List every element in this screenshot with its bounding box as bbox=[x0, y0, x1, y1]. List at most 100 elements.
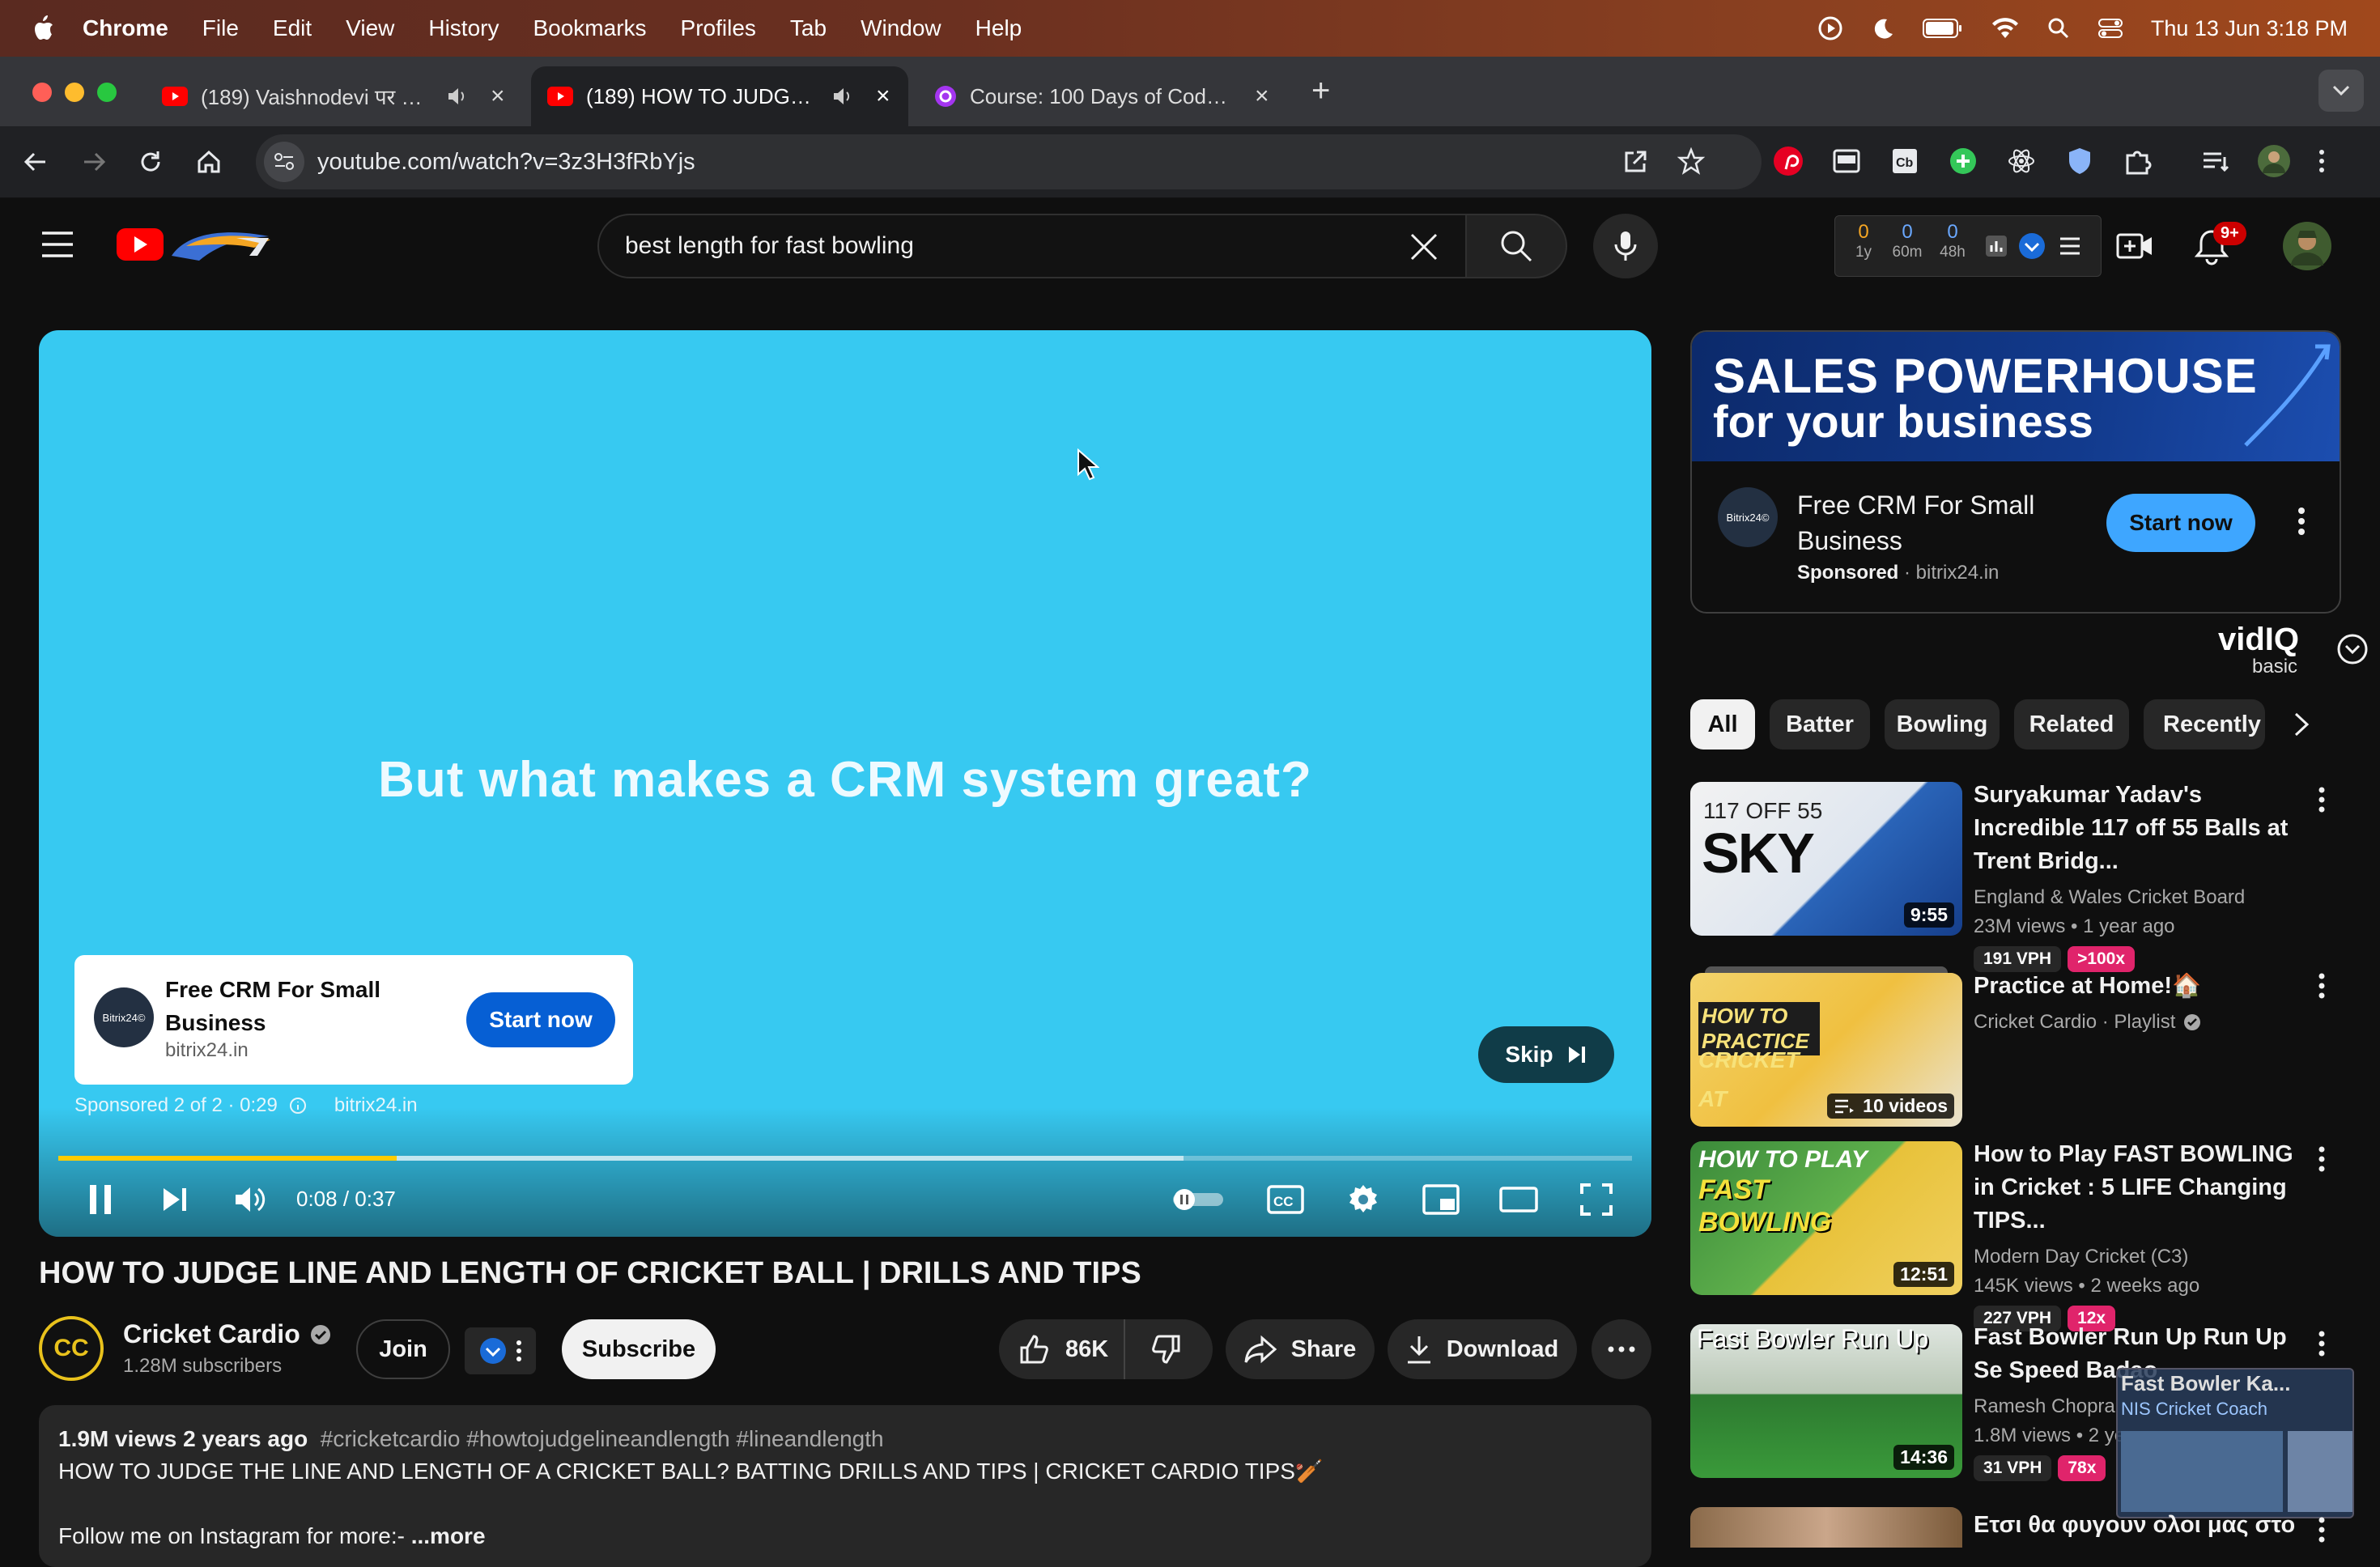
rec-thumbnail[interactable]: 117 OFF 55 SKY 9:55 bbox=[1690, 782, 1962, 936]
rec-title[interactable]: Ετσι θα φυγουν ολοι μας στο bbox=[1974, 1509, 2297, 1542]
pause-button[interactable] bbox=[78, 1177, 123, 1222]
new-tab-button[interactable]: + bbox=[1311, 73, 1330, 109]
chevron-right-icon[interactable] bbox=[2289, 706, 2314, 743]
rec-thumbnail[interactable]: HOW TO PRACTICE CRICKET AT HOME? 10 vide… bbox=[1690, 973, 1962, 1127]
open-in-app-icon[interactable] bbox=[1622, 149, 1648, 175]
side-ad-card[interactable]: SALES POWERHOUSE for your business Bitri… bbox=[1690, 330, 2341, 614]
control-center-icon[interactable] bbox=[2097, 17, 2123, 40]
menu-edit[interactable]: Edit bbox=[273, 15, 312, 41]
more-vert-icon[interactable] bbox=[2297, 507, 2306, 536]
vidiq-channel-button[interactable] bbox=[465, 1327, 536, 1374]
cb-extension-icon[interactable]: Cb bbox=[1886, 142, 1923, 180]
ad-card-start-now-button[interactable]: Start now bbox=[466, 992, 615, 1047]
battery-icon[interactable] bbox=[1922, 18, 1963, 39]
vidiq-stats-widget[interactable]: 0 1y 0 60m 0 48h bbox=[1834, 215, 2102, 277]
ad-card-title[interactable]: Free CRM For Small Business bbox=[165, 973, 408, 1039]
menu-profiles[interactable]: Profiles bbox=[681, 15, 756, 41]
side-ad-start-now-button[interactable]: Start now bbox=[2106, 494, 2255, 552]
wifi-icon[interactable] bbox=[1991, 17, 2020, 40]
green-extension-icon[interactable] bbox=[1944, 142, 1982, 180]
search-query[interactable]: best length for fast bowling bbox=[625, 232, 914, 260]
rec-thumbnail[interactable]: HOW TO PLAY FAST BOWLING 12:51 bbox=[1690, 1141, 1962, 1295]
chip-batter[interactable]: Batter bbox=[1770, 699, 1870, 750]
menu-file[interactable]: File bbox=[202, 15, 239, 41]
chip-recently[interactable]: Recently bbox=[2144, 699, 2265, 750]
progress-bar[interactable] bbox=[58, 1156, 1632, 1161]
vidiq-icon[interactable] bbox=[2018, 232, 2046, 260]
search-button[interactable] bbox=[1465, 214, 1567, 278]
theater-mode-icon[interactable] bbox=[1493, 1177, 1545, 1222]
more-vert-icon[interactable] bbox=[2306, 970, 2338, 1002]
ad-card[interactable]: Bitrix24© Free CRM For Small Business bi… bbox=[74, 955, 633, 1085]
menu-history[interactable]: History bbox=[428, 15, 499, 41]
menu-tab[interactable]: Tab bbox=[790, 15, 827, 41]
share-button[interactable]: Share bbox=[1226, 1319, 1375, 1379]
minimize-window-button[interactable] bbox=[65, 83, 84, 102]
reading-list-icon[interactable] bbox=[2197, 142, 2234, 180]
menu-window[interactable]: Window bbox=[861, 15, 941, 41]
side-ad-title[interactable]: Free CRM For Small Business bbox=[1797, 487, 2089, 558]
chrome-menu-icon[interactable] bbox=[2314, 142, 2330, 180]
menu-bookmarks[interactable]: Bookmarks bbox=[533, 15, 646, 41]
pinterest-extension-icon[interactable] bbox=[1770, 142, 1807, 180]
clock-datetime[interactable]: Thu 13 Jun 3:18 PM bbox=[2151, 16, 2348, 41]
create-video-icon[interactable] bbox=[2116, 230, 2153, 262]
rec-channel[interactable]: Cricket Cardio · Playlist bbox=[1974, 1008, 2297, 1037]
spotlight-search-icon[interactable] bbox=[2047, 17, 2070, 40]
close-window-button[interactable] bbox=[32, 83, 52, 102]
more-link[interactable]: ...more bbox=[411, 1523, 486, 1548]
rec-channel[interactable]: England & Wales Cricket Board bbox=[1974, 883, 2297, 912]
join-button[interactable]: Join bbox=[356, 1319, 450, 1379]
download-button[interactable]: Download bbox=[1388, 1319, 1577, 1379]
bookmark-star-icon[interactable] bbox=[1677, 147, 1705, 175]
video-player[interactable]: But what makes a CRM system great? Bitri… bbox=[39, 330, 1651, 1237]
rec-channel[interactable]: Modern Day Cricket (C3) bbox=[1974, 1242, 2297, 1272]
fullscreen-icon[interactable] bbox=[1570, 1177, 1622, 1222]
more-vert-icon[interactable] bbox=[2306, 1514, 2338, 1546]
zoom-window-button[interactable] bbox=[97, 83, 117, 102]
next-video-button[interactable] bbox=[152, 1177, 198, 1222]
hashtags[interactable]: #cricketcardio #howtojudgelineandlength … bbox=[321, 1426, 884, 1451]
play-status-icon[interactable] bbox=[1817, 15, 1843, 41]
close-tab-icon[interactable]: × bbox=[491, 83, 505, 110]
more-actions-button[interactable] bbox=[1592, 1319, 1651, 1379]
speaker-icon[interactable] bbox=[447, 87, 468, 106]
subscribe-button[interactable]: Subscribe bbox=[562, 1319, 716, 1379]
chip-all[interactable]: All bbox=[1690, 699, 1755, 750]
autoplay-toggle[interactable] bbox=[1166, 1177, 1230, 1222]
dislike-button[interactable] bbox=[1125, 1319, 1206, 1379]
bar-chart-icon[interactable] bbox=[1984, 234, 2008, 258]
tab-1[interactable]: (189) Vaishnodevi पर समर्थ × bbox=[146, 66, 526, 126]
rec-title[interactable]: Practice at Home!🏠 bbox=[1974, 970, 2297, 1003]
settings-gear-icon[interactable] bbox=[1337, 1177, 1389, 1222]
like-button[interactable]: 86K bbox=[999, 1319, 1125, 1379]
forward-icon[interactable] bbox=[79, 147, 108, 176]
side-ad-banner[interactable]: SALES POWERHOUSE for your business bbox=[1692, 332, 2340, 461]
volume-button[interactable] bbox=[228, 1177, 274, 1222]
clear-search-icon[interactable] bbox=[1407, 230, 1441, 264]
skip-ad-button[interactable]: Skip bbox=[1478, 1026, 1614, 1083]
voice-search-button[interactable] bbox=[1593, 214, 1658, 278]
home-icon[interactable] bbox=[194, 147, 223, 176]
reload-icon[interactable] bbox=[136, 147, 165, 176]
react-extension-icon[interactable] bbox=[2003, 142, 2040, 180]
chip-related[interactable]: Related bbox=[2014, 699, 2129, 750]
shield-extension-icon[interactable] bbox=[2061, 142, 2098, 180]
rec-thumbnail[interactable]: Fast Bowler Run Up 14:36 bbox=[1690, 1324, 1962, 1478]
chevron-down-icon[interactable] bbox=[2336, 633, 2369, 665]
speaker-icon[interactable] bbox=[832, 87, 853, 106]
captions-button[interactable]: CC bbox=[1260, 1177, 1311, 1222]
list-icon[interactable] bbox=[2059, 236, 2081, 257]
chip-bowling[interactable]: Bowling bbox=[1885, 699, 2000, 750]
rec-title[interactable]: Suryakumar Yadav's Incredible 117 off 55… bbox=[1974, 779, 2297, 878]
url-text[interactable]: youtube.com/watch?v=3z3H3fRbYjs bbox=[317, 149, 695, 176]
hover-preview-overlay[interactable]: Fast Bowler Ka... NIS Cricket Coach bbox=[2116, 1368, 2354, 1518]
menu-help[interactable]: Help bbox=[975, 15, 1022, 41]
moon-icon[interactable] bbox=[1871, 16, 1895, 40]
puzzle-extensions-icon[interactable] bbox=[2119, 142, 2157, 180]
tab-2[interactable]: (189) HOW TO JUDGE LIN × bbox=[531, 66, 908, 126]
more-vert-icon[interactable] bbox=[2306, 1327, 2338, 1360]
address-bar[interactable]: youtube.com/watch?v=3z3H3fRbYjs bbox=[256, 134, 1762, 189]
profile-avatar[interactable] bbox=[2255, 142, 2293, 180]
description-box[interactable]: 1.9M views 2 years ago #cricketcardio #h… bbox=[39, 1405, 1651, 1567]
